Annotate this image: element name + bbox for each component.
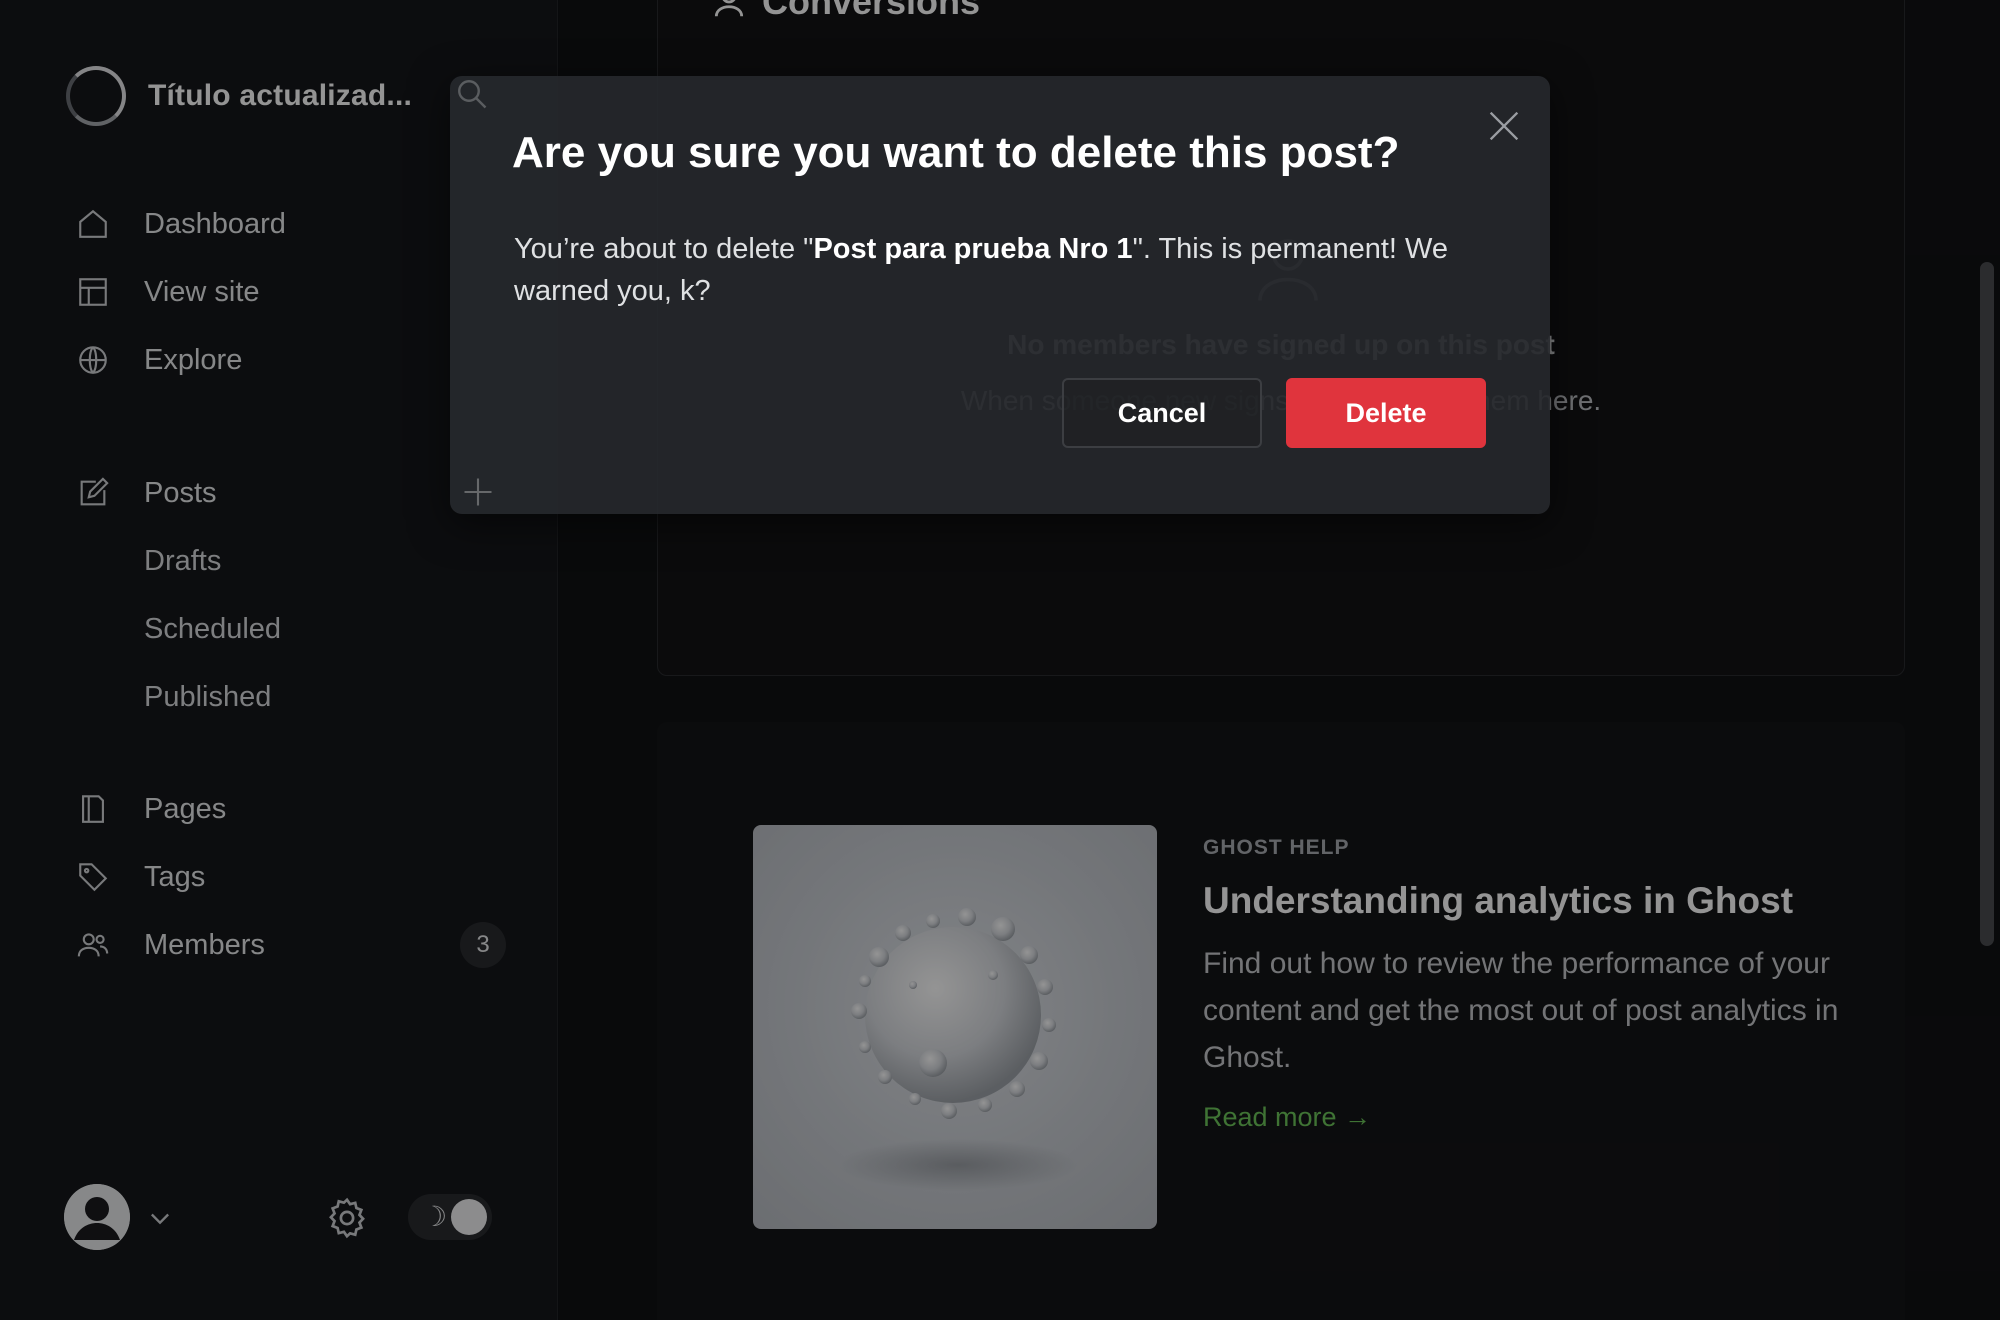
delete-button[interactable]: Delete	[1286, 378, 1486, 448]
modal-message: You’re about to delete "Post para prueba…	[514, 228, 1494, 312]
post-name: Post para prueba Nro 1	[813, 233, 1133, 265]
cancel-button[interactable]: Cancel	[1062, 378, 1262, 448]
delete-post-modal: Are you sure you want to delete this pos…	[450, 76, 1550, 514]
plus-icon	[464, 478, 492, 506]
close-icon[interactable]	[1484, 106, 1524, 146]
modal-message-prefix: You’re about to delete "	[514, 233, 814, 265]
search-icon	[458, 80, 487, 109]
modal-title: Are you sure you want to delete this pos…	[512, 128, 1400, 177]
